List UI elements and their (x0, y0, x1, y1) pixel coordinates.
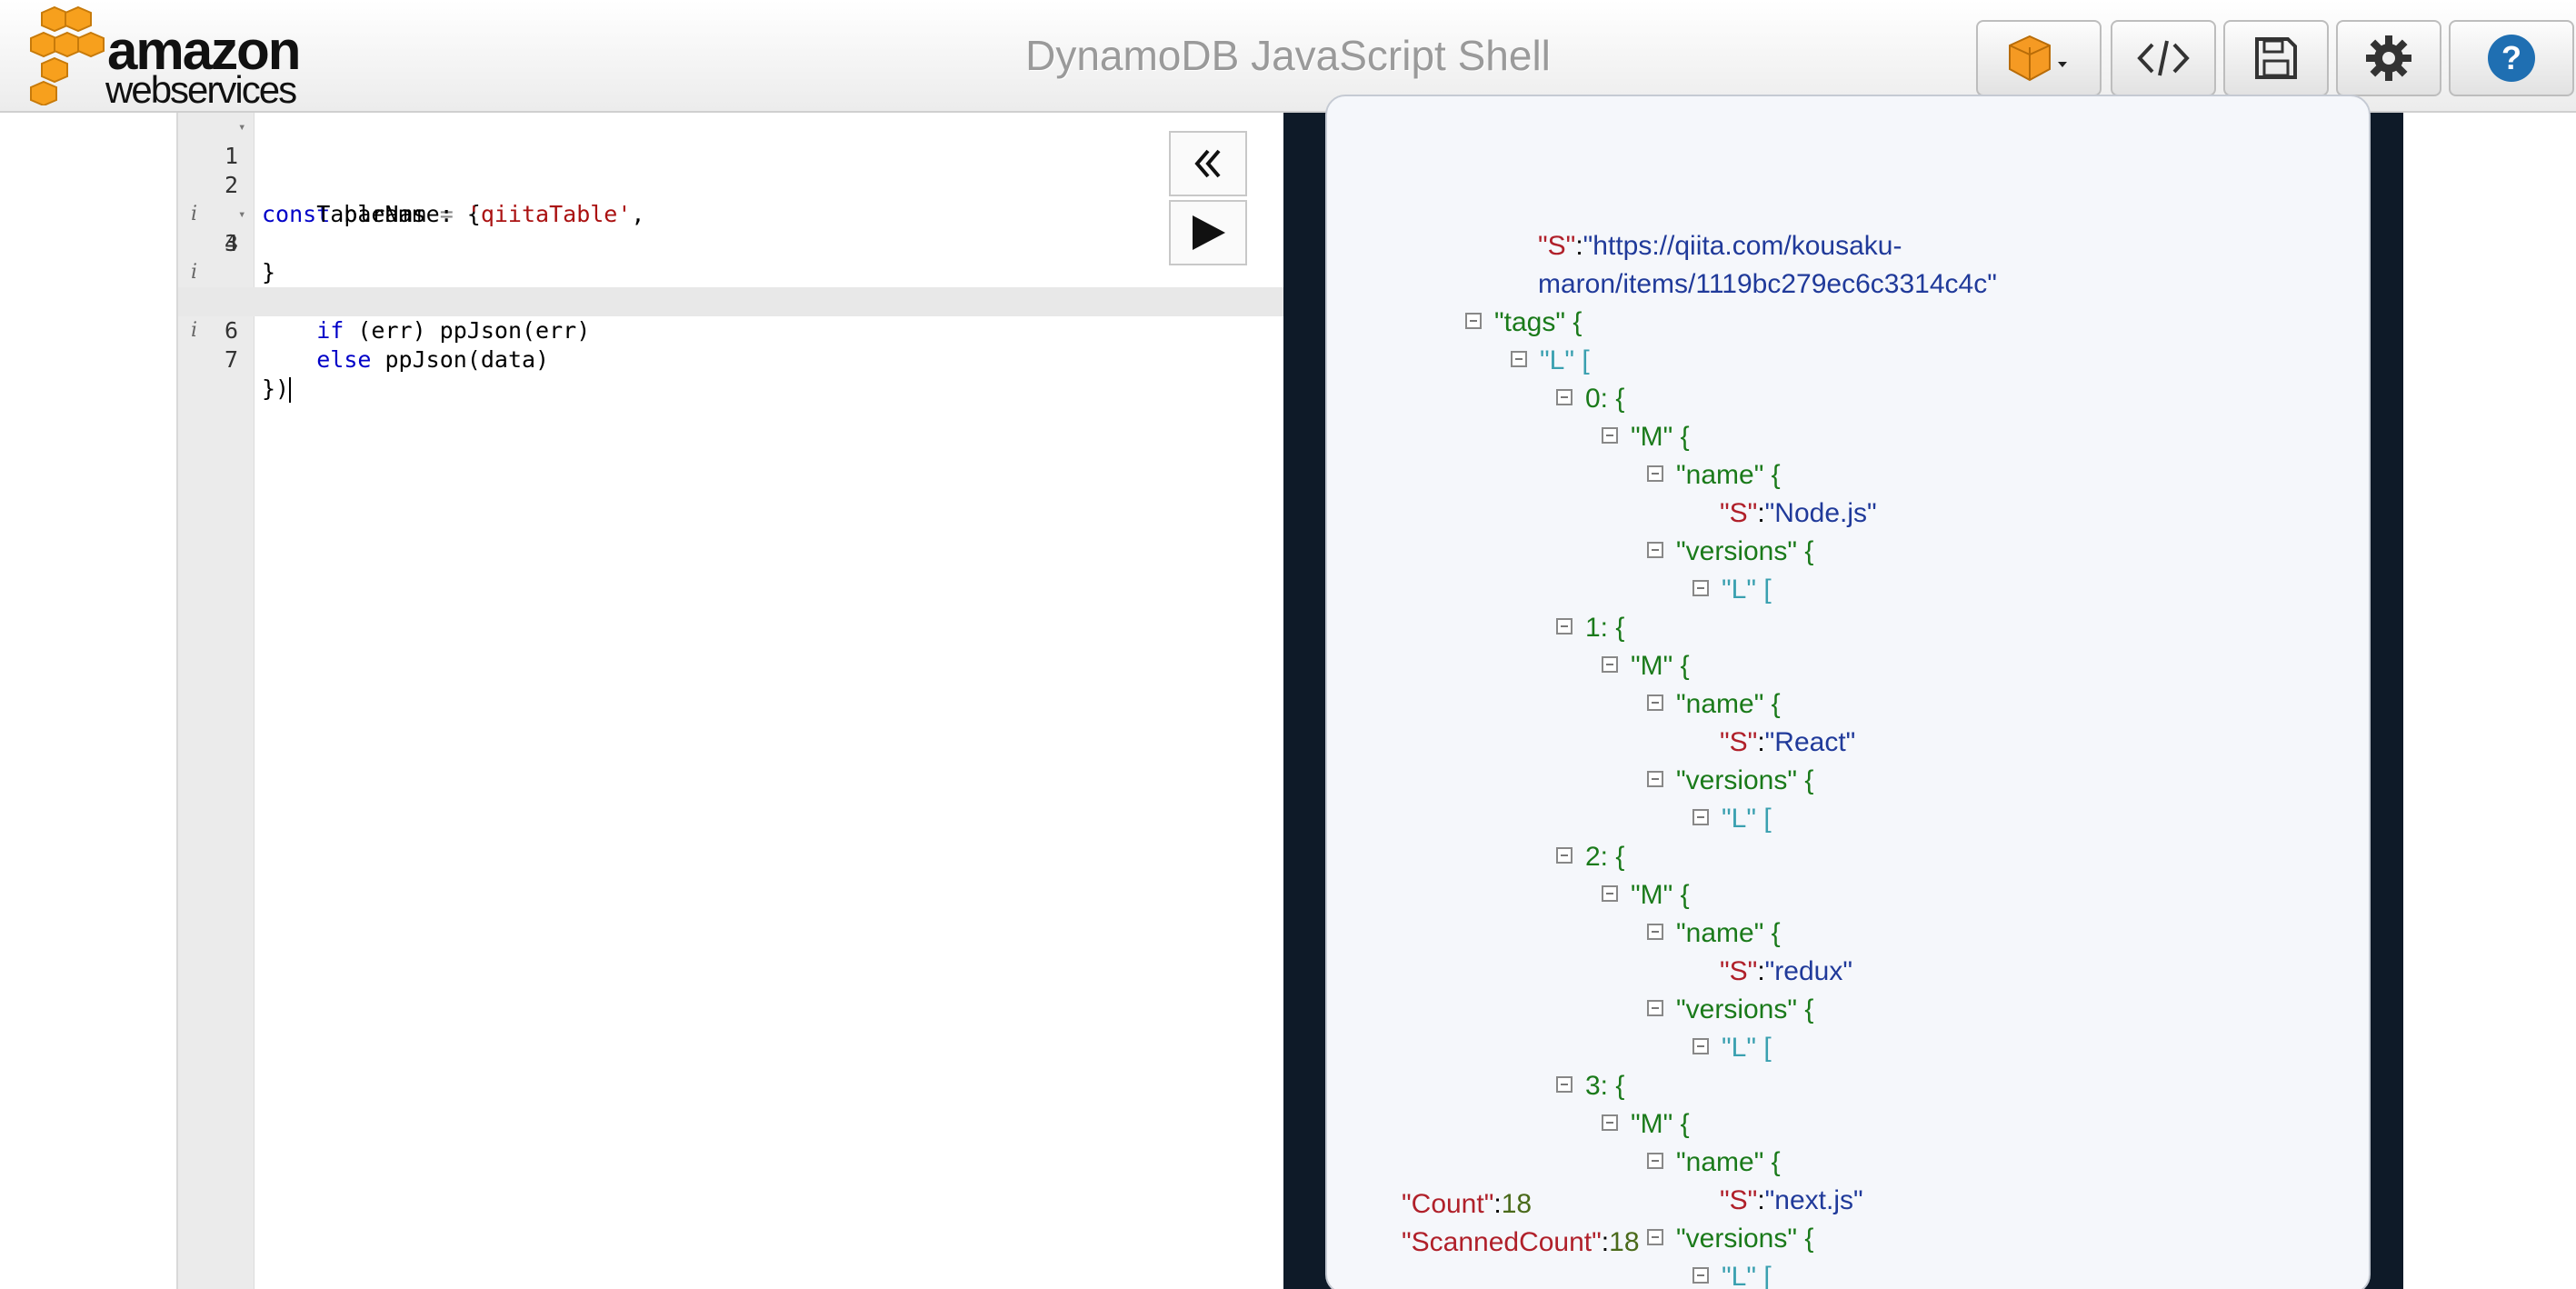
double-chevron-left-icon (1194, 149, 1221, 178)
collapse-toggle-icon[interactable] (1647, 694, 1663, 712)
code-text: else ppJson(data) (316, 346, 550, 373)
code-editor[interactable]: 1 ▾ const params = { 2 TableName: 'qiita… (176, 113, 1285, 1289)
collapse-panel-button[interactable] (1169, 131, 1247, 196)
fold-arrow-icon[interactable]: ▾ (238, 200, 245, 229)
collapse-toggle-icon[interactable] (1511, 351, 1527, 368)
collapse-toggle-icon[interactable] (1647, 1229, 1663, 1246)
map-node[interactable]: "M" { (1602, 1105, 1690, 1144)
text-cursor (289, 377, 292, 403)
code-line[interactable]: i 6 else ppJson(data) (178, 258, 1285, 373)
templates-menu-button[interactable] (1976, 20, 2102, 96)
collapse-toggle-icon[interactable] (1692, 809, 1709, 826)
collapse-toggle-icon[interactable] (1647, 465, 1663, 483)
map-node[interactable]: "M" { (1602, 876, 1690, 914)
run-button[interactable] (1169, 200, 1247, 265)
versions-node[interactable]: "versions" { (1647, 991, 1813, 1029)
output-panel: "S":"https://qiita.com/kousaku- maron/it… (1283, 95, 2403, 1289)
tag-item-node[interactable]: 2: { (1556, 838, 1624, 876)
fold-arrow-icon[interactable]: ▾ (238, 113, 245, 142)
code-view-button[interactable] (2111, 20, 2216, 96)
right-margin (2403, 113, 2576, 1289)
collapse-toggle-icon[interactable] (1602, 656, 1618, 674)
code-line[interactable]: 1 ▾ const params = { (178, 113, 1285, 227)
name-value: "S":"Node.js" (1720, 498, 1877, 528)
versions-node[interactable]: "versions" { (1647, 762, 1813, 800)
code-line[interactable]: 4 ▾ dynamodb.scan(params, (err, data) =>… (178, 200, 1285, 315)
json-output: "S":"https://qiita.com/kousaku- maron/it… (1325, 95, 2371, 1289)
collapse-toggle-icon[interactable] (1556, 1076, 1573, 1094)
collapse-toggle-icon[interactable] (1556, 847, 1573, 864)
collapse-toggle-icon[interactable] (1647, 924, 1663, 941)
collapse-toggle-icon[interactable] (1647, 1153, 1663, 1170)
collapse-toggle-icon[interactable] (1647, 542, 1663, 559)
collapse-toggle-icon[interactable] (1556, 618, 1573, 635)
map-node[interactable]: "M" { (1602, 647, 1690, 685)
collapse-toggle-icon[interactable] (1602, 1114, 1618, 1132)
collapse-toggle-icon[interactable] (1647, 1000, 1663, 1017)
name-node[interactable]: "name" { (1647, 456, 1781, 495)
tags-list-node[interactable]: "L" [ (1511, 342, 1590, 380)
collapse-toggle-icon[interactable] (1465, 313, 1482, 330)
help-button[interactable]: ? (2449, 20, 2574, 96)
name-node[interactable]: "name" { (1647, 914, 1781, 953)
collapse-toggle-icon[interactable] (1692, 580, 1709, 597)
collapse-toggle-icon[interactable] (1602, 885, 1618, 903)
map-node[interactable]: "M" { (1602, 418, 1690, 456)
collapse-toggle-icon[interactable] (1692, 1267, 1709, 1284)
versions-list-node[interactable]: "L" [ (1692, 1258, 1772, 1289)
line-number: 7 (224, 346, 238, 373)
code-line[interactable]: 2 TableName: 'qiitaTable', (178, 142, 1285, 227)
settings-button[interactable] (2336, 20, 2441, 96)
count-entry: "Count":18 (1402, 1189, 1533, 1219)
gear-icon (2366, 35, 2411, 81)
info-icon[interactable]: i (191, 316, 197, 345)
code-line-active[interactable]: i 7 }) (178, 287, 1285, 403)
tags-node[interactable]: "tags" { (1465, 304, 1582, 342)
collapse-toggle-icon[interactable] (1647, 771, 1663, 788)
left-margin (0, 113, 176, 1289)
collapse-toggle-icon[interactable] (1692, 1038, 1709, 1055)
tag-item-node[interactable]: 1: { (1556, 609, 1624, 647)
code-text: if (err) ppJson(err) (316, 317, 591, 344)
svg-text:?: ? (2501, 39, 2521, 76)
tag-item-node[interactable]: 0: { (1556, 380, 1624, 418)
code-line[interactable]: i 5 if (err) ppJson(err) (178, 229, 1285, 344)
collapse-toggle-icon[interactable] (1556, 389, 1573, 406)
name-value: "S":"next.js" (1720, 1185, 1863, 1215)
versions-node[interactable]: "versions" { (1647, 533, 1813, 571)
versions-node[interactable]: "versions" { (1647, 1220, 1813, 1258)
question-icon: ? (2488, 35, 2535, 82)
code-icon (2137, 40, 2190, 76)
scanned-count-entry: "ScannedCount":18 (1402, 1227, 1640, 1257)
url-entry-cont: maron/items/1119bc279ec6c3314c4c" (1538, 269, 1997, 299)
tag-item-node[interactable]: 3: { (1556, 1067, 1624, 1105)
versions-list-node[interactable]: "L" [ (1692, 1029, 1772, 1067)
floppy-icon (2255, 37, 2297, 79)
versions-list-node[interactable]: "L" [ (1692, 571, 1772, 609)
code-text: }) (262, 375, 292, 403)
cube-icon (2009, 35, 2067, 82)
url-entry: "S":"https://qiita.com/kousaku- (1538, 231, 1902, 261)
play-icon (1193, 215, 1225, 250)
save-button[interactable] (2223, 20, 2329, 96)
name-node[interactable]: "name" { (1647, 685, 1781, 724)
name-value: "S":"redux" (1720, 956, 1852, 986)
versions-list-node[interactable]: "L" [ (1692, 800, 1772, 838)
code-line[interactable]: i 3 } (178, 171, 1285, 285)
name-value: "S":"React" (1720, 727, 1856, 757)
name-node[interactable]: "name" { (1647, 1144, 1781, 1182)
collapse-toggle-icon[interactable] (1602, 427, 1618, 445)
